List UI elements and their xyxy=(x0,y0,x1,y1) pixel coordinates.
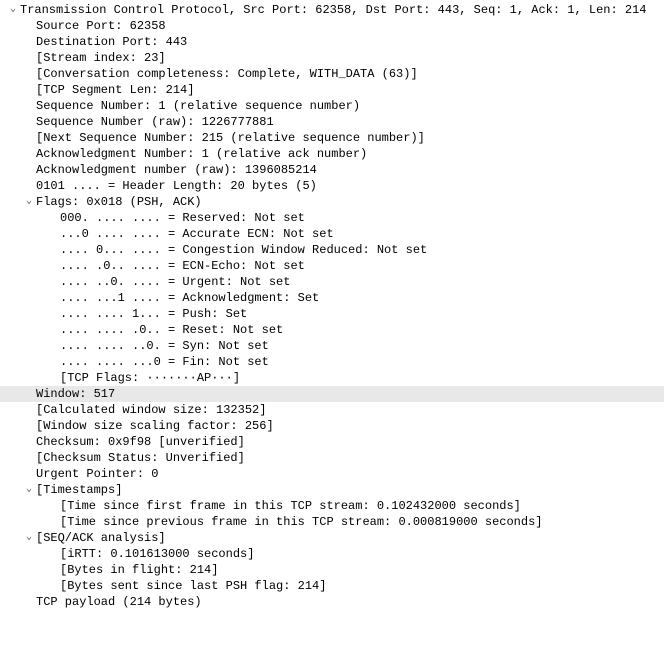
time-since-first-label: [Time since first frame in this TCP stre… xyxy=(60,498,521,514)
stream-index-row[interactable]: [Stream index: 23] xyxy=(0,50,664,66)
flag-syn-label: .... .... ..0. = Syn: Not set xyxy=(60,338,269,354)
time-since-first-row[interactable]: [Time since first frame in this TCP stre… xyxy=(0,498,664,514)
flag-psh-row[interactable]: .... .... 1... = Push: Set xyxy=(0,306,664,322)
calc-window-label: [Calculated window size: 132352] xyxy=(36,402,266,418)
flag-cwr-label: .... 0... .... = Congestion Window Reduc… xyxy=(60,242,427,258)
tcp-payload-label: TCP payload (214 bytes) xyxy=(36,594,202,610)
bytes-in-flight-label: [Bytes in flight: 214] xyxy=(60,562,218,578)
flag-aecn-label: ...0 .... .... = Accurate ECN: Not set xyxy=(60,226,334,242)
sequence-number-raw-label: Sequence Number (raw): 1226777881 xyxy=(36,114,274,130)
segment-len-label: [TCP Segment Len: 214] xyxy=(36,82,194,98)
time-since-prev-label: [Time since previous frame in this TCP s… xyxy=(60,514,542,530)
flag-fin-row[interactable]: .... .... ...0 = Fin: Not set xyxy=(0,354,664,370)
flag-reserved-label: 000. .... .... = Reserved: Not set xyxy=(60,210,305,226)
flag-syn-row[interactable]: .... .... ..0. = Syn: Not set xyxy=(0,338,664,354)
irtt-row[interactable]: [iRTT: 0.101613000 seconds] xyxy=(0,546,664,562)
urgent-pointer-label: Urgent Pointer: 0 xyxy=(36,466,158,482)
header-length-row[interactable]: 0101 .... = Header Length: 20 bytes (5) xyxy=(0,178,664,194)
timestamps-row[interactable]: ⌄ [Timestamps] xyxy=(0,482,664,498)
source-port-row[interactable]: Source Port: 62358 xyxy=(0,18,664,34)
flag-fin-label: .... .... ...0 = Fin: Not set xyxy=(60,354,269,370)
ack-number-raw-label: Acknowledgment number (raw): 1396085214 xyxy=(36,162,317,178)
irtt-label: [iRTT: 0.101613000 seconds] xyxy=(60,546,254,562)
flag-rst-row[interactable]: .... .... .0.. = Reset: Not set xyxy=(0,322,664,338)
ack-number-row[interactable]: Acknowledgment Number: 1 (relative ack n… xyxy=(0,146,664,162)
seqack-row[interactable]: ⌄ [SEQ/ACK analysis] xyxy=(0,530,664,546)
window-scale-row[interactable]: [Window size scaling factor: 256] xyxy=(0,418,664,434)
time-since-prev-row[interactable]: [Time since previous frame in this TCP s… xyxy=(0,514,664,530)
flag-urg-row[interactable]: .... ..0. .... = Urgent: Not set xyxy=(0,274,664,290)
conversation-completeness-row[interactable]: [Conversation completeness: Complete, WI… xyxy=(0,66,664,82)
next-sequence-label: [Next Sequence Number: 215 (relative seq… xyxy=(36,130,425,146)
tcp-header-label: Transmission Control Protocol, Src Port:… xyxy=(20,2,647,18)
flag-cwr-row[interactable]: .... 0... .... = Congestion Window Reduc… xyxy=(0,242,664,258)
chevron-down-icon[interactable]: ⌄ xyxy=(22,530,36,546)
next-sequence-row[interactable]: [Next Sequence Number: 215 (relative seq… xyxy=(0,130,664,146)
flag-rst-label: .... .... .0.. = Reset: Not set xyxy=(60,322,283,338)
source-port-label: Source Port: 62358 xyxy=(36,18,166,34)
flag-ecn-label: .... .0.. .... = ECN-Echo: Not set xyxy=(60,258,305,274)
flag-aecn-row[interactable]: ...0 .... .... = Accurate ECN: Not set xyxy=(0,226,664,242)
header-length-label: 0101 .... = Header Length: 20 bytes (5) xyxy=(36,178,317,194)
bytes-since-psh-row[interactable]: [Bytes sent since last PSH flag: 214] xyxy=(0,578,664,594)
calc-window-row[interactable]: [Calculated window size: 132352] xyxy=(0,402,664,418)
flags-row[interactable]: ⌄ Flags: 0x018 (PSH, ACK) xyxy=(0,194,664,210)
sequence-number-label: Sequence Number: 1 (relative sequence nu… xyxy=(36,98,360,114)
segment-len-row[interactable]: [TCP Segment Len: 214] xyxy=(0,82,664,98)
destination-port-row[interactable]: Destination Port: 443 xyxy=(0,34,664,50)
urgent-pointer-row[interactable]: Urgent Pointer: 0 xyxy=(0,466,664,482)
window-row[interactable]: Window: 517 xyxy=(0,386,664,402)
checksum-label: Checksum: 0x9f98 [unverified] xyxy=(36,434,245,450)
checksum-row[interactable]: Checksum: 0x9f98 [unverified] xyxy=(0,434,664,450)
flag-string-label: [TCP Flags: ·······AP···] xyxy=(60,370,240,386)
stream-index-label: [Stream index: 23] xyxy=(36,50,166,66)
checksum-status-row[interactable]: [Checksum Status: Unverified] xyxy=(0,450,664,466)
flag-ack-label: .... ...1 .... = Acknowledgment: Set xyxy=(60,290,319,306)
bytes-in-flight-row[interactable]: [Bytes in flight: 214] xyxy=(0,562,664,578)
destination-port-label: Destination Port: 443 xyxy=(36,34,187,50)
flag-reserved-row[interactable]: 000. .... .... = Reserved: Not set xyxy=(0,210,664,226)
seqack-label: [SEQ/ACK analysis] xyxy=(36,530,166,546)
chevron-down-icon[interactable]: ⌄ xyxy=(22,194,36,210)
flag-psh-label: .... .... 1... = Push: Set xyxy=(60,306,247,322)
conversation-completeness-label: [Conversation completeness: Complete, WI… xyxy=(36,66,418,82)
flag-ack-row[interactable]: .... ...1 .... = Acknowledgment: Set xyxy=(0,290,664,306)
window-scale-label: [Window size scaling factor: 256] xyxy=(36,418,274,434)
sequence-number-raw-row[interactable]: Sequence Number (raw): 1226777881 xyxy=(0,114,664,130)
bytes-since-psh-label: [Bytes sent since last PSH flag: 214] xyxy=(60,578,326,594)
ack-number-label: Acknowledgment Number: 1 (relative ack n… xyxy=(36,146,367,162)
window-label: Window: 517 xyxy=(36,386,115,402)
sequence-number-row[interactable]: Sequence Number: 1 (relative sequence nu… xyxy=(0,98,664,114)
chevron-down-icon[interactable]: ⌄ xyxy=(6,2,20,18)
ack-number-raw-row[interactable]: Acknowledgment number (raw): 1396085214 xyxy=(0,162,664,178)
timestamps-label: [Timestamps] xyxy=(36,482,122,498)
tcp-header-row[interactable]: ⌄ Transmission Control Protocol, Src Por… xyxy=(0,2,664,18)
checksum-status-label: [Checksum Status: Unverified] xyxy=(36,450,245,466)
flag-urg-label: .... ..0. .... = Urgent: Not set xyxy=(60,274,290,290)
tcp-payload-row[interactable]: TCP payload (214 bytes) xyxy=(0,594,664,610)
flag-string-row[interactable]: [TCP Flags: ·······AP···] xyxy=(0,370,664,386)
packet-details-tree: ⌄ Transmission Control Protocol, Src Por… xyxy=(0,0,664,612)
flags-label: Flags: 0x018 (PSH, ACK) xyxy=(36,194,202,210)
chevron-down-icon[interactable]: ⌄ xyxy=(22,482,36,498)
flag-ecn-row[interactable]: .... .0.. .... = ECN-Echo: Not set xyxy=(0,258,664,274)
